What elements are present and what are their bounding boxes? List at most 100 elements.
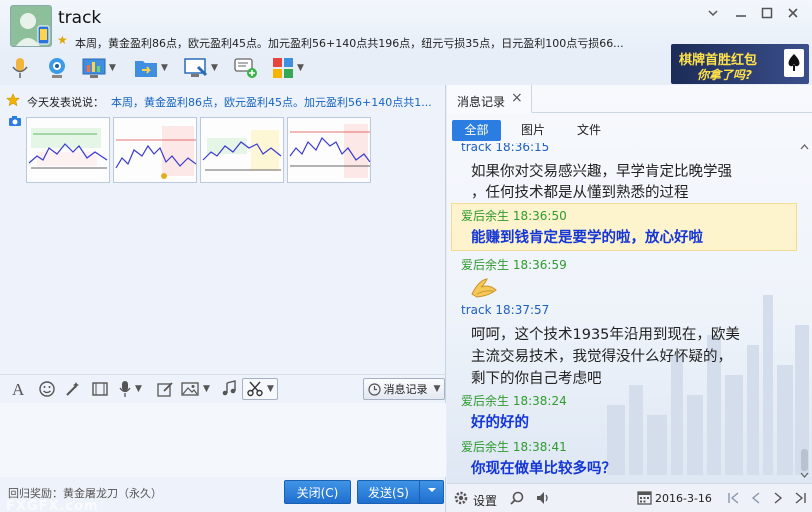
- chevron-down-icon[interactable]: ▼: [161, 63, 168, 73]
- tab-label: 消息记录: [457, 95, 506, 109]
- clapping-hands-icon: [471, 278, 497, 298]
- tab-divider: [532, 112, 812, 113]
- status-feed: 今天发表说说： 本周，黄金盈利86点，欧元盈利45点。加元盈利56+140点共1…: [0, 89, 446, 111]
- chevron-down-icon[interactable]: ▼: [135, 384, 142, 394]
- message-text: 你现在做单比较多吗？: [471, 461, 616, 477]
- scroll-up-icon[interactable]: [800, 143, 809, 151]
- photo-thumbnail[interactable]: [26, 117, 110, 183]
- video-button[interactable]: [90, 379, 110, 399]
- message-header: track 18:37:57: [461, 303, 549, 317]
- input-toolbar: A ▼ ▼ ▼ 消息记录 ▼: [0, 374, 446, 402]
- screen-share-button[interactable]: ▼: [184, 54, 218, 82]
- remote-desktop-button[interactable]: ▼: [82, 54, 116, 82]
- message-time: 18:36:50: [512, 209, 567, 223]
- message-header: 爱后余生 18:38:24: [461, 392, 567, 409]
- screenshot-button[interactable]: ▼: [242, 378, 278, 400]
- search-icon[interactable]: [509, 490, 525, 506]
- chat-input-panel: 今天发表说说： 本周，黄金盈利86点，欧元盈利45点。加元盈利56+140点共1…: [0, 85, 446, 512]
- edit-button[interactable]: [156, 379, 174, 399]
- message-text: 能赚到钱肯定是要学的啦，放心好啦: [471, 230, 703, 246]
- next-page-icon[interactable]: [771, 491, 785, 505]
- settings-arrow-icon[interactable]: [702, 6, 724, 26]
- close-button[interactable]: 关闭(C): [284, 480, 351, 504]
- message-time: 18:38:24: [512, 394, 567, 408]
- apps-grid-icon: [273, 58, 293, 78]
- chevron-down-icon[interactable]: ▼: [109, 63, 116, 73]
- music-note-icon: [222, 380, 236, 396]
- filter-images[interactable]: 图片: [513, 120, 553, 141]
- speaker-icon[interactable]: [535, 490, 551, 506]
- camera-icon: [9, 116, 21, 126]
- message-time: 18:38:41: [512, 440, 567, 454]
- previous-page-icon[interactable]: [749, 491, 763, 505]
- magic-wand-icon: [66, 382, 79, 396]
- settings-label[interactable]: 设置: [473, 492, 497, 509]
- filter-files[interactable]: 文件: [569, 120, 609, 141]
- voice-message-button[interactable]: ▼: [118, 379, 142, 399]
- music-button[interactable]: [220, 379, 238, 399]
- first-page-icon[interactable]: [727, 491, 741, 505]
- star-icon: [6, 93, 20, 107]
- sender-name: 爱后余生: [461, 394, 510, 408]
- spade-card-icon: [784, 49, 804, 77]
- font-button[interactable]: A: [10, 379, 28, 399]
- microphone-icon: [12, 58, 28, 78]
- image-icon: [181, 382, 199, 396]
- feed-link[interactable]: 本周，黄金盈利86点，欧元盈利45点。加元盈利56+140点共1...: [111, 94, 444, 110]
- close-icon[interactable]: ×: [511, 90, 523, 106]
- ad-banner[interactable]: 棋牌首胜红包 你拿了吗?: [671, 44, 809, 84]
- photo-thumbnail[interactable]: [200, 117, 284, 183]
- scrollbar-thumb[interactable]: [801, 449, 808, 471]
- message-time: 18:37:57: [495, 303, 550, 317]
- scroll-down-icon[interactable]: [800, 471, 809, 479]
- send-file-button[interactable]: ▼: [134, 54, 168, 82]
- video-call-button[interactable]: [46, 54, 68, 82]
- chevron-down-icon[interactable]: ▼: [267, 384, 274, 394]
- maximize-button[interactable]: [756, 6, 778, 26]
- apps-button[interactable]: ▼: [272, 54, 304, 82]
- message-text: 如果你对交易感兴趣，早学肯定比晚学强: [471, 164, 732, 180]
- sender-name: 爱后余生: [461, 440, 510, 454]
- add-chat-button[interactable]: [234, 54, 258, 82]
- microphone-icon: [119, 381, 131, 397]
- emoji-button[interactable]: [38, 379, 56, 399]
- smiley-icon: [39, 381, 55, 397]
- chevron-down-icon[interactable]: ▼: [211, 63, 218, 73]
- star-icon: ★: [57, 33, 68, 47]
- chevron-down-icon[interactable]: ▼: [203, 384, 210, 394]
- chevron-down-icon[interactable]: ▼: [297, 63, 304, 73]
- magic-button[interactable]: [64, 379, 82, 399]
- photo-thumbnail[interactable]: [113, 117, 197, 183]
- close-window-button[interactable]: [782, 6, 804, 26]
- clock-icon: [367, 382, 381, 396]
- feed-label: 今天发表说说：: [27, 96, 104, 109]
- avatar[interactable]: [10, 5, 52, 47]
- history-date[interactable]: 2016-3-16: [655, 492, 712, 505]
- history-scrollbar[interactable]: [799, 143, 810, 479]
- sender-name: 爱后余生: [461, 258, 510, 272]
- photo-thumbnail[interactable]: [287, 117, 371, 183]
- ad-text-secondary: 你拿了吗?: [697, 68, 752, 82]
- tab-message-history[interactable]: 消息记录 ×: [447, 85, 532, 113]
- input-footer: 回归奖励：黄金屠龙刀（永久） 关闭(C) 发送(S) FXGFX.com: [0, 477, 446, 512]
- filter-all[interactable]: 全部: [452, 120, 501, 141]
- message-list: track 18:36:15 如果你对交易感兴趣，早学肯定比晚学强 ，任何技术都…: [447, 143, 797, 481]
- sender-name: track: [461, 303, 492, 317]
- history-filters: 全部 图片 文件: [447, 119, 812, 143]
- minimize-button[interactable]: [730, 6, 752, 26]
- monitor-chart-icon: [82, 58, 106, 78]
- last-page-icon[interactable]: [793, 491, 807, 505]
- message-time: 18:36:15: [495, 143, 550, 154]
- send-options-button[interactable]: [419, 480, 444, 504]
- send-button[interactable]: 发送(S): [357, 480, 419, 504]
- image-button[interactable]: ▼: [180, 379, 210, 399]
- message-history-button[interactable]: 消息记录 ▼: [363, 378, 445, 400]
- message-time: 18:36:59: [512, 258, 567, 272]
- message-header: 爱后余生 18:38:41: [461, 438, 567, 455]
- voice-call-button[interactable]: [10, 54, 30, 82]
- scissors-icon: [247, 381, 263, 397]
- edit-icon: [157, 382, 173, 397]
- gear-icon[interactable]: [453, 490, 469, 506]
- message-input[interactable]: [0, 403, 446, 477]
- calendar-icon[interactable]: [637, 490, 652, 505]
